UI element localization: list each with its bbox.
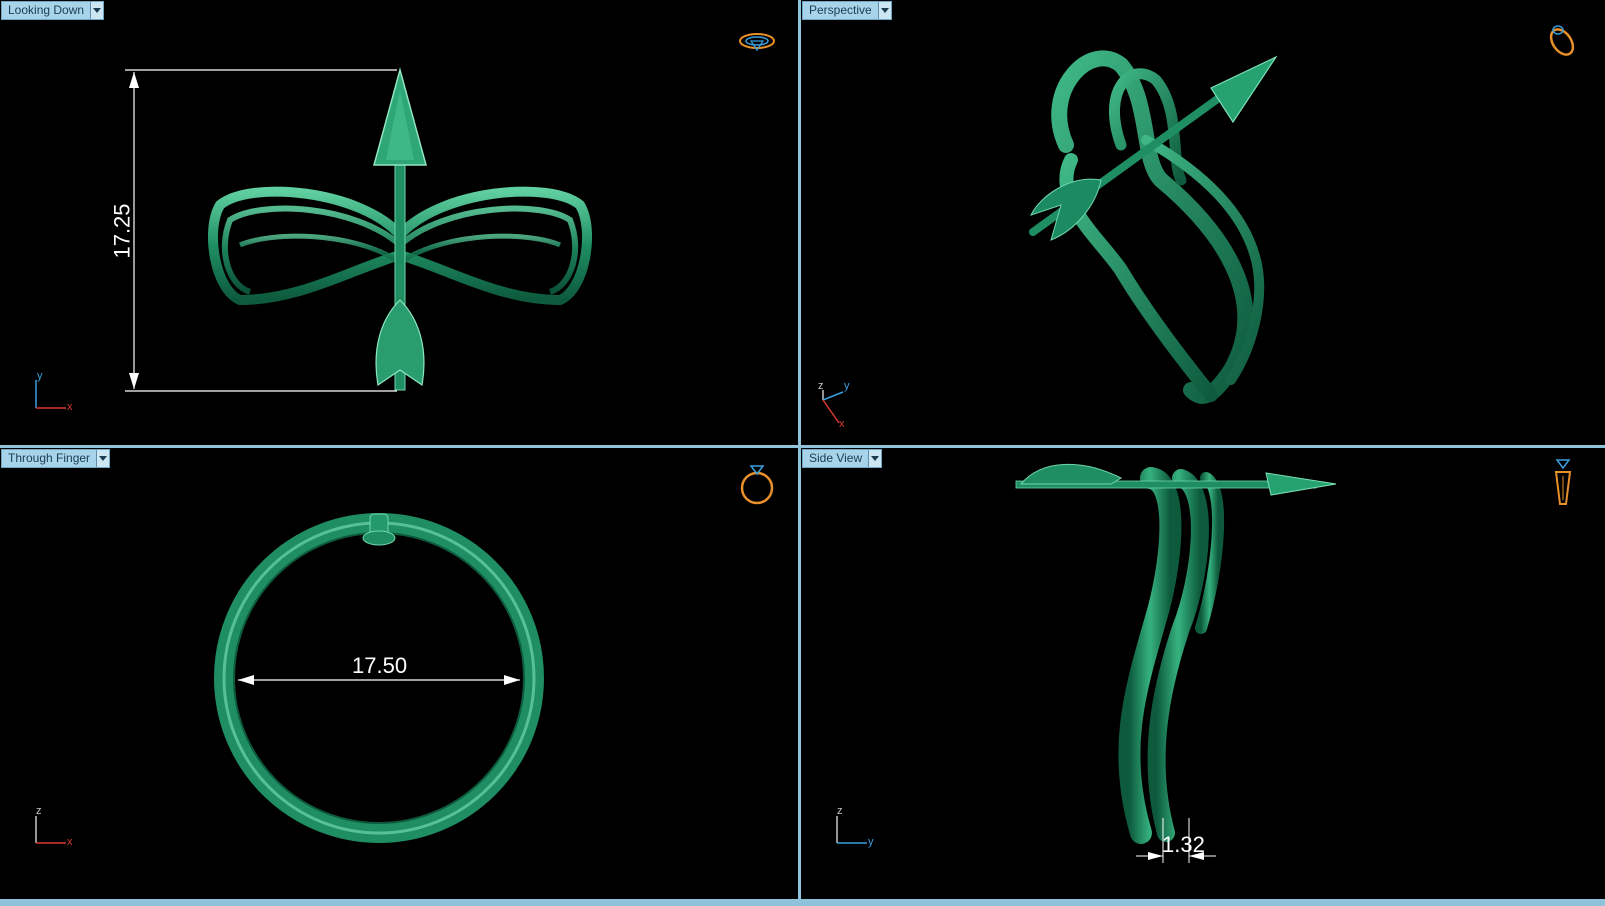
- viewport-label: Perspective: [809, 3, 872, 17]
- height-dimension-label: 17.25: [109, 203, 135, 259]
- viewport-label: Through Finger: [8, 451, 91, 465]
- inner-diameter-label: 17.50: [352, 653, 408, 678]
- status-bar: [0, 899, 1605, 906]
- viewport-side-view[interactable]: 1.32 z y Side View: [801, 448, 1605, 899]
- axis-y-label: y: [868, 836, 874, 848]
- band-thickness-label: 1.32: [1162, 832, 1205, 857]
- viewport-looking-down[interactable]: 17.25 y x Looking Down: [0, 0, 798, 445]
- ring-front-view-icon[interactable]: [737, 458, 777, 508]
- axis-x-label: x: [839, 418, 845, 430]
- ring-perspective-icon[interactable]: [1545, 20, 1579, 60]
- tab-through-finger[interactable]: Through Finger: [1, 449, 111, 468]
- ring-top-view-icon[interactable]: [737, 28, 777, 54]
- ring-model-perspective: [822, 50, 1278, 424]
- viewport-perspective[interactable]: z y x Perspective: [801, 0, 1605, 445]
- axis-x-label: x: [67, 401, 73, 413]
- chevron-down-icon[interactable]: [868, 450, 882, 467]
- axis-z-label: z: [818, 380, 824, 392]
- chevron-down-icon[interactable]: [90, 2, 104, 19]
- chevron-down-icon[interactable]: [96, 450, 110, 467]
- axis-y-label: y: [844, 380, 850, 392]
- ring-side-view-icon[interactable]: [1551, 456, 1575, 510]
- axis-z-label: z: [837, 805, 843, 817]
- tab-perspective[interactable]: Perspective: [802, 1, 892, 20]
- axis-y-label: y: [37, 370, 43, 382]
- viewport-through-finger[interactable]: 17.50 z x Through Finger: [0, 448, 798, 899]
- tab-side-view[interactable]: Side View: [802, 449, 883, 468]
- viewport-label: Looking Down: [8, 3, 85, 17]
- chevron-down-icon[interactable]: [877, 2, 891, 19]
- viewport-label: Side View: [809, 451, 863, 465]
- tab-looking-down[interactable]: Looking Down: [1, 1, 105, 20]
- axis-z-label: z: [36, 805, 42, 817]
- axis-x-label: x: [67, 836, 73, 848]
